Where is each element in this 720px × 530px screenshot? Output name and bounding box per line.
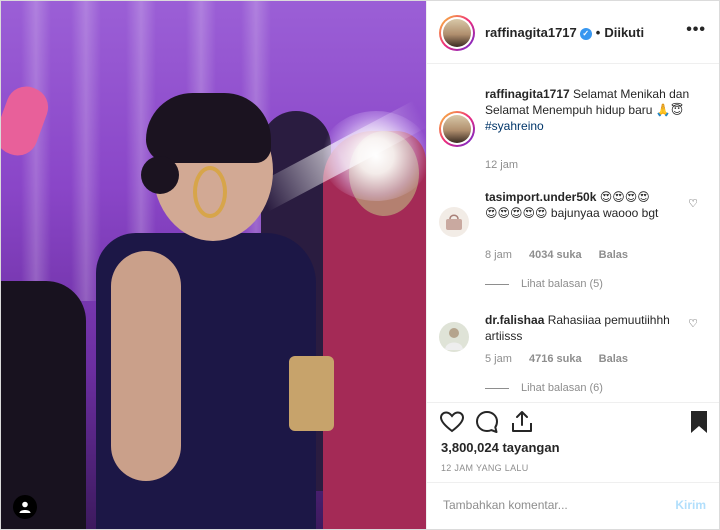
hair-bun [141, 156, 179, 194]
author-avatar[interactable] [439, 15, 475, 51]
hashtag-link[interactable]: #syahreino [485, 119, 544, 133]
caption-time: 12 jam [485, 159, 519, 171]
comment-input[interactable] [441, 497, 645, 513]
comments-list: raffinagita1717 Selamat Menikah dan Sela… [427, 64, 719, 402]
separator-dot: • [595, 25, 601, 40]
post-sidebar: raffinagita1717 ✓ • Diikuti ••• raffinagita… [426, 1, 719, 529]
caption-avatar[interactable] [439, 111, 475, 147]
bag-icon [446, 214, 462, 230]
earring [193, 166, 227, 218]
clutch-bag [289, 356, 334, 431]
post-dialog: raffinagita1717 ✓ • Diikuti ••• raffinagita… [0, 0, 720, 530]
reply-button[interactable]: Balas [599, 249, 628, 261]
caption: raffinagita1717 Selamat Menikah dan Sela… [485, 86, 700, 134]
comment-emojis: 😍😍😍😍😍 [485, 206, 548, 220]
view-count[interactable]: 3,800,024 tayangan [441, 440, 560, 455]
follow-status-button[interactable]: Diikuti [604, 25, 644, 40]
post-header: raffinagita1717 ✓ • Diikuti ••• [427, 1, 719, 64]
curtain-fold [71, 1, 101, 301]
comment-time: 5 jam [485, 353, 512, 365]
person-photo-icon [445, 328, 463, 350]
view-replies-button[interactable]: Lihat balasan (6) [485, 382, 603, 394]
comment-avatar[interactable] [439, 322, 469, 352]
comment-avatar[interactable] [439, 207, 469, 237]
add-comment-box: Kirim [427, 482, 719, 529]
header-user: raffinagita1717 ✓ • Diikuti [485, 25, 644, 40]
post-comment-button[interactable]: Kirim [675, 498, 706, 512]
reply-button[interactable]: Balas [599, 353, 628, 365]
comment-meta: 8 jam 4034 suka Balas [485, 249, 628, 261]
caption-emojis: 🙏😇 [655, 103, 684, 117]
woman-arm [111, 251, 181, 481]
comment-time: 8 jam [485, 249, 512, 261]
more-options-icon[interactable]: ••• [686, 21, 706, 39]
comment-username[interactable]: tasimport.under50k [485, 190, 596, 204]
post-timestamp: 12 JAM YANG LALU [441, 463, 529, 473]
comment-like-icon[interactable]: ♡ [688, 317, 698, 330]
tagged-user-button[interactable] [13, 495, 37, 519]
post-video[interactable] [1, 1, 426, 529]
comment-text: bajunyaa waooo bgt [550, 206, 659, 220]
bookmark-icon[interactable] [686, 409, 712, 435]
comment-body: dr.falishaa Rahasiiaa pemuutiihhh artiis… [485, 312, 690, 344]
left-person [1, 281, 86, 529]
woman-hair [146, 93, 271, 163]
heart-icon[interactable] [439, 409, 465, 435]
comment-body: tasimport.under50k 😍😍😍😍 😍😍😍😍😍 bajunyaa w… [485, 189, 690, 221]
comment-emojis: 😍😍😍😍 [599, 190, 650, 204]
caption-username[interactable]: raffinagita1717 [485, 87, 570, 101]
comment-likes[interactable]: 4716 suka [529, 353, 582, 365]
comment-like-icon[interactable]: ♡ [688, 197, 698, 210]
verified-icon: ✓ [579, 27, 592, 40]
user-icon [19, 501, 31, 513]
view-replies-button[interactable]: Lihat balasan (5) [485, 278, 603, 290]
author-username[interactable]: raffinagita1717 [485, 25, 577, 40]
comment-icon[interactable] [474, 409, 500, 435]
comment-likes[interactable]: 4034 suka [529, 249, 582, 261]
stage-light [321, 111, 426, 201]
comment-username[interactable]: dr.falishaa [485, 313, 544, 327]
comment-meta: 5 jam 4716 suka Balas [485, 353, 628, 365]
share-icon[interactable] [509, 409, 535, 435]
